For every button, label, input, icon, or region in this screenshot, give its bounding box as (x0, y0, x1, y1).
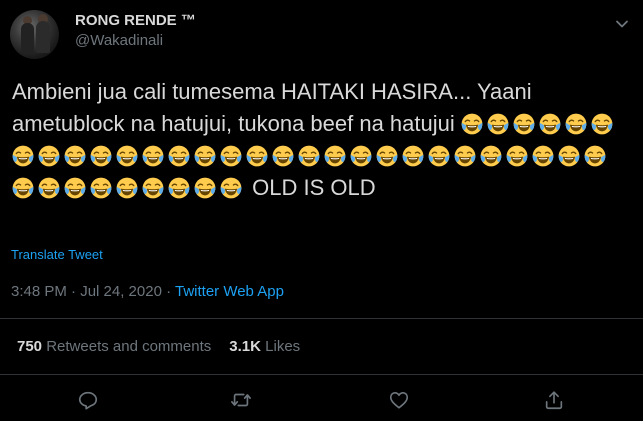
likes-label: Likes (265, 338, 301, 355)
retweets-label: Retweets and comments (46, 338, 212, 355)
tears-of-joy-emoji-icon (64, 145, 86, 167)
tears-of-joy-emoji-icon (272, 145, 294, 167)
share-icon[interactable] (543, 389, 565, 411)
tears-of-joy-emoji-icon (532, 145, 554, 167)
tears-of-joy-emoji-icon (428, 145, 450, 167)
tears-of-joy-emoji-icon (116, 145, 138, 167)
tweet-text: Ambieni jua cali tumesema HAITAKI HASIRA… (12, 76, 634, 204)
tears-of-joy-emoji-icon (220, 177, 242, 199)
tears-of-joy-emoji-icon (142, 145, 164, 167)
divider (0, 318, 643, 319)
tweet-text-tail: OLD IS OLD (252, 175, 376, 200)
like-icon[interactable] (388, 389, 410, 411)
tears-of-joy-emoji-icon (298, 145, 320, 167)
tears-of-joy-emoji-icon (480, 145, 502, 167)
tears-of-joy-emoji-icon (194, 177, 216, 199)
tears-of-joy-emoji-icon (558, 145, 580, 167)
tears-of-joy-emoji-icon (168, 177, 190, 199)
tweet-stats: 750 Retweets and comments 3.1K Likes (17, 338, 300, 355)
tears-of-joy-emoji-icon (246, 145, 268, 167)
tears-of-joy-emoji-icon (38, 177, 60, 199)
translate-tweet-link[interactable]: Translate Tweet (11, 247, 103, 262)
tears-of-joy-emoji-icon (402, 145, 424, 167)
avatar-figure (21, 23, 34, 53)
tears-of-joy-emoji-icon (12, 177, 34, 199)
chevron-down-icon[interactable] (614, 16, 630, 32)
avatar-figure (36, 21, 50, 53)
retweet-icon[interactable] (230, 389, 252, 411)
tears-of-joy-emoji-icon (565, 113, 587, 135)
display-name[interactable]: RONG RENDE ™ (75, 12, 196, 29)
reply-icon[interactable] (77, 389, 99, 411)
tears-of-joy-emoji-icon (90, 177, 112, 199)
tears-of-joy-emoji-icon (539, 113, 561, 135)
likes-count: 3.1K (229, 338, 261, 355)
tears-of-joy-emoji-icon (12, 145, 34, 167)
avatar[interactable] (10, 10, 59, 59)
user-handle[interactable]: @Wakadinali (75, 32, 163, 49)
tears-of-joy-emoji-icon (454, 145, 476, 167)
tears-of-joy-emoji-icon (376, 145, 398, 167)
tears-of-joy-emoji-icon (194, 145, 216, 167)
tears-of-joy-emoji-icon (220, 145, 242, 167)
tweet-actions (0, 389, 643, 413)
tweet-meta: 3:48 PM · Jul 24, 2020 · Twitter Web App (11, 283, 284, 300)
tears-of-joy-emoji-icon (142, 177, 164, 199)
tears-of-joy-emoji-icon (584, 145, 606, 167)
tears-of-joy-emoji-icon (487, 113, 509, 135)
retweets-count: 750 (17, 338, 43, 355)
tweet-timestamp[interactable]: 3:48 PM · Jul 24, 2020 · (11, 283, 175, 300)
tears-of-joy-emoji-icon (38, 145, 60, 167)
tweet-source-link[interactable]: Twitter Web App (175, 283, 284, 300)
tears-of-joy-emoji-icon (350, 145, 372, 167)
tears-of-joy-emoji-icon (506, 145, 528, 167)
tweet-text-body: Ambieni jua cali tumesema HAITAKI HASIRA… (12, 79, 532, 136)
tears-of-joy-emoji-icon (168, 145, 190, 167)
tears-of-joy-emoji-icon (591, 113, 613, 135)
tears-of-joy-emoji-icon (513, 113, 535, 135)
tears-of-joy-emoji-icon (461, 113, 483, 135)
tears-of-joy-emoji-icon (64, 177, 86, 199)
tears-of-joy-emoji-icon (90, 145, 112, 167)
tears-of-joy-emoji-icon (324, 145, 346, 167)
divider (0, 374, 643, 375)
likes-stat[interactable]: 3.1K Likes (229, 338, 300, 355)
tears-of-joy-emoji-icon (116, 177, 138, 199)
retweets-stat[interactable]: 750 Retweets and comments (17, 338, 211, 355)
